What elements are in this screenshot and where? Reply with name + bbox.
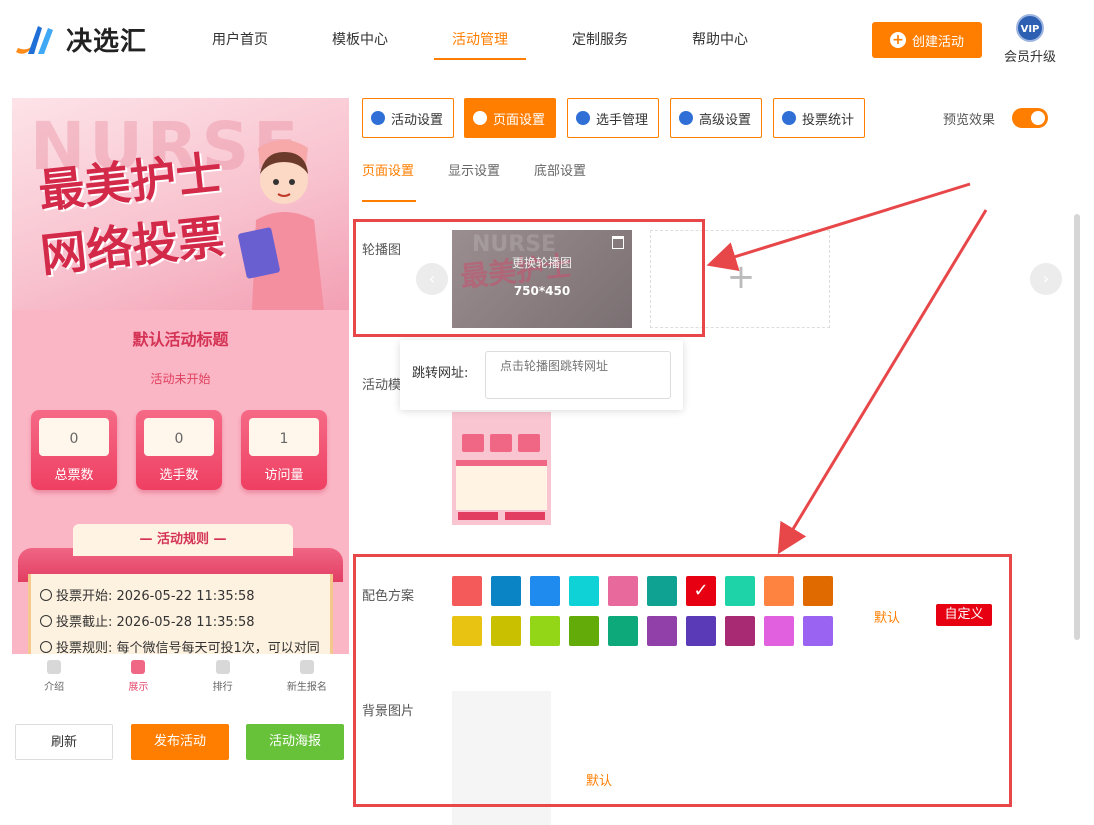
arrow-to-colors bbox=[777, 209, 988, 555]
arrow-to-carousel bbox=[706, 182, 971, 272]
annotation-arrows bbox=[706, 182, 988, 555]
